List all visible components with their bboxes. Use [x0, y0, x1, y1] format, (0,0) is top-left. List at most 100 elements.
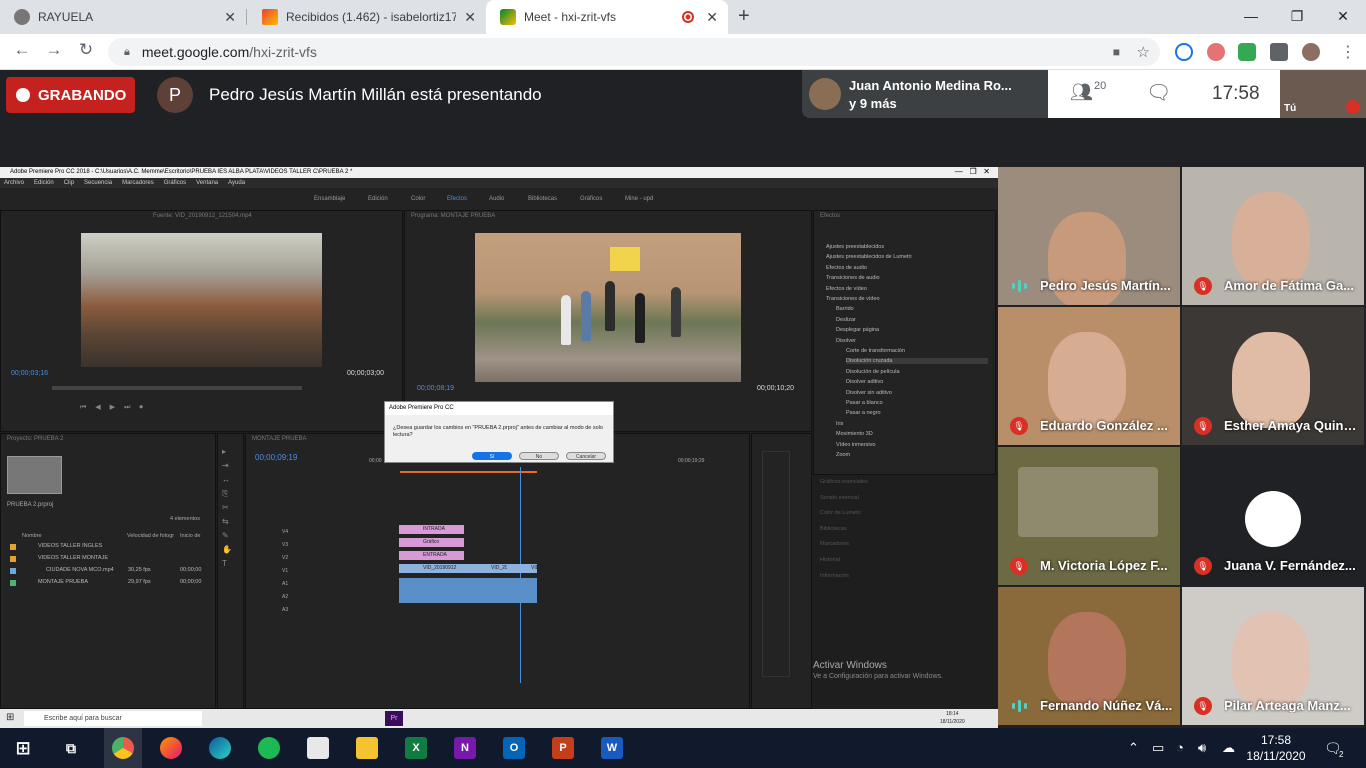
- tab-meet[interactable]: Meet - hxi-zrit-vfs ✕: [486, 0, 728, 34]
- participant-tile[interactable]: 🎙︎ Eduardo González ...: [998, 307, 1180, 445]
- track-label[interactable]: V3: [282, 542, 288, 548]
- tab-gmail[interactable]: Recibidos (1.462) - isabelortiz17@ ✕: [248, 0, 486, 34]
- effect-item[interactable]: Transiciones de vídeo: [826, 296, 880, 302]
- tab-rayuela[interactable]: RAYUELA ✕: [0, 0, 246, 34]
- track-label[interactable]: A2: [282, 594, 288, 600]
- forward-icon[interactable]: →: [42, 40, 66, 60]
- menu-marcadores[interactable]: Marcadores: [122, 180, 154, 186]
- workspace-tab[interactable]: Ensamblaje: [314, 188, 345, 210]
- block-extension-icon[interactable]: [1175, 43, 1193, 61]
- side-panel-header[interactable]: Historial: [820, 557, 840, 563]
- effect-item[interactable]: Ajustes preestablecidos de Lumetri: [826, 254, 912, 260]
- premiere-window-controls[interactable]: — ❐ ✕: [955, 167, 990, 176]
- powerpoint-icon[interactable]: P: [552, 737, 574, 759]
- inner-search-box[interactable]: Escribe aquí para buscar: [24, 711, 202, 726]
- participant-tile[interactable]: 🎙︎ Amor de Fátima Ga...: [1182, 167, 1364, 305]
- dialog-no-button[interactable]: No: [519, 452, 559, 460]
- firefox-icon[interactable]: [160, 737, 182, 759]
- effect-item[interactable]: Disolución de película: [846, 369, 900, 375]
- close-tab-icon[interactable]: ✕: [224, 9, 236, 26]
- workspace-tab[interactable]: Gráficos: [580, 188, 602, 210]
- back-icon[interactable]: ←: [10, 40, 34, 60]
- effect-item[interactable]: Efectos de audio: [826, 265, 867, 271]
- effect-item[interactable]: Disolver: [836, 338, 856, 344]
- edge-icon[interactable]: [209, 737, 231, 759]
- premiere-taskbar-icon[interactable]: Pr: [385, 711, 403, 726]
- minimize-button[interactable]: —: [1228, 0, 1274, 32]
- effect-item[interactable]: Barrido: [836, 306, 854, 312]
- dialog-cancel-button[interactable]: Cancelar: [566, 452, 606, 460]
- menu-clip[interactable]: Clip: [64, 180, 74, 186]
- spotify-icon[interactable]: [258, 737, 280, 759]
- wifi-icon[interactable]: ◔: [1176, 740, 1184, 755]
- effect-item[interactable]: Disolver sin aditivo: [846, 390, 892, 396]
- workspace-tab[interactable]: Color: [411, 188, 425, 210]
- reload-icon[interactable]: ↻: [74, 40, 98, 60]
- track-label[interactable]: A3: [282, 607, 288, 613]
- effect-item[interactable]: Desplegar página: [836, 327, 879, 333]
- participant-tile[interactable]: 🎙︎ Juana V. Fernández...: [1182, 447, 1364, 585]
- work-area-bar[interactable]: [400, 471, 537, 473]
- clip[interactable]: VID_20: [507, 564, 548, 573]
- maximize-button[interactable]: ❐: [1274, 0, 1320, 32]
- side-panel-header[interactable]: Color de Lumetri: [820, 510, 861, 516]
- chat-icon[interactable]: 🗨︎: [1146, 80, 1171, 105]
- workspace-tab[interactable]: Bibliotecas: [528, 188, 557, 210]
- menu-kebab-icon[interactable]: ⋮: [1340, 42, 1356, 62]
- effect-item[interactable]: Pasar a negro: [846, 410, 881, 416]
- speaker-chip[interactable]: Juan Antonio Medina Ro... y 9 más: [802, 70, 1048, 118]
- effect-item[interactable]: Zoom: [836, 452, 850, 458]
- close-tab-icon[interactable]: ✕: [706, 9, 718, 26]
- new-tab-button[interactable]: +: [738, 5, 750, 28]
- menu-archivo[interactable]: Archivo: [4, 180, 24, 186]
- effect-item[interactable]: Deslizar: [836, 317, 856, 323]
- windows-start-icon[interactable]: ⊞: [6, 712, 14, 723]
- participant-tile[interactable]: Fernando Núñez Vá...: [998, 587, 1180, 725]
- dialog-yes-button[interactable]: Sí: [472, 452, 512, 460]
- track-label[interactable]: V1: [282, 568, 288, 574]
- outlook-icon[interactable]: O: [503, 737, 525, 759]
- url-input[interactable]: 🔒︎ meet.google.com/hxi-zrit-vfs ■ ☆: [108, 38, 1160, 66]
- clip[interactable]: VID_20190912: [399, 564, 467, 573]
- project-item[interactable]: MONTAJE PRUEBA 29,97 fps 00;00;00: [10, 579, 206, 589]
- side-panel-header[interactable]: Sonido esencial: [820, 495, 859, 501]
- clip[interactable]: ENTRADA: [399, 551, 464, 560]
- sticky-notes-icon[interactable]: [356, 737, 378, 759]
- effect-item[interactable]: Transiciones de audio: [826, 275, 880, 281]
- clip[interactable]: VID_20190: [467, 564, 516, 573]
- effect-item[interactable]: Iris: [836, 421, 843, 427]
- task-view-icon[interactable]: ⧉: [60, 737, 82, 759]
- track-label[interactable]: V4: [282, 529, 288, 535]
- side-panel-header[interactable]: Información: [820, 573, 849, 579]
- audio-clip[interactable]: [399, 578, 537, 603]
- participant-tile[interactable]: Pedro Jesús Martín...: [998, 167, 1180, 305]
- onenote-icon[interactable]: N: [454, 737, 476, 759]
- tool-icons[interactable]: ▸ ⇥ ↔ ⎘ ✂ ⇆ ✎ ✋ T: [222, 445, 236, 568]
- participant-tile[interactable]: 🎙︎ M. Victoria López F...: [998, 447, 1180, 585]
- check-extension-icon[interactable]: [1238, 43, 1256, 61]
- word-icon[interactable]: W: [601, 737, 623, 759]
- clip[interactable]: INTRADA: [399, 525, 464, 534]
- effect-item[interactable]: Vídeo inmersivo: [836, 442, 875, 448]
- effect-item[interactable]: Disolución cruzada: [846, 358, 988, 365]
- effect-item[interactable]: Corte de transformación: [846, 348, 905, 354]
- tray-chevron-icon[interactable]: ⌃: [1128, 740, 1139, 756]
- profile-avatar[interactable]: [1302, 43, 1320, 61]
- effect-item[interactable]: Pasar a blanco: [846, 400, 883, 406]
- battery-icon[interactable]: ▭: [1152, 740, 1164, 756]
- system-clock[interactable]: 17:58 18/11/2020: [1246, 732, 1306, 764]
- close-tab-icon[interactable]: ✕: [464, 9, 476, 26]
- workspace-tab[interactable]: Audio: [489, 188, 504, 210]
- side-panel-header[interactable]: Gráficos esenciales: [820, 479, 868, 485]
- menu-graficos[interactable]: Gráficos: [164, 180, 186, 186]
- source-scrub-bar[interactable]: [52, 386, 302, 390]
- workspace-tab[interactable]: Mine - upd: [625, 188, 653, 210]
- store-icon[interactable]: [307, 737, 329, 759]
- windows-start-icon[interactable]: ⊞: [12, 737, 34, 759]
- volume-icon[interactable]: 🔊︎: [1198, 740, 1206, 756]
- extension-icon[interactable]: [1207, 43, 1225, 61]
- menu-ventana[interactable]: Ventana: [196, 180, 218, 186]
- self-view-tile[interactable]: Tú: [1280, 70, 1366, 118]
- people-icon[interactable]: 👥︎: [1070, 82, 1093, 103]
- track-label[interactable]: V2: [282, 555, 288, 561]
